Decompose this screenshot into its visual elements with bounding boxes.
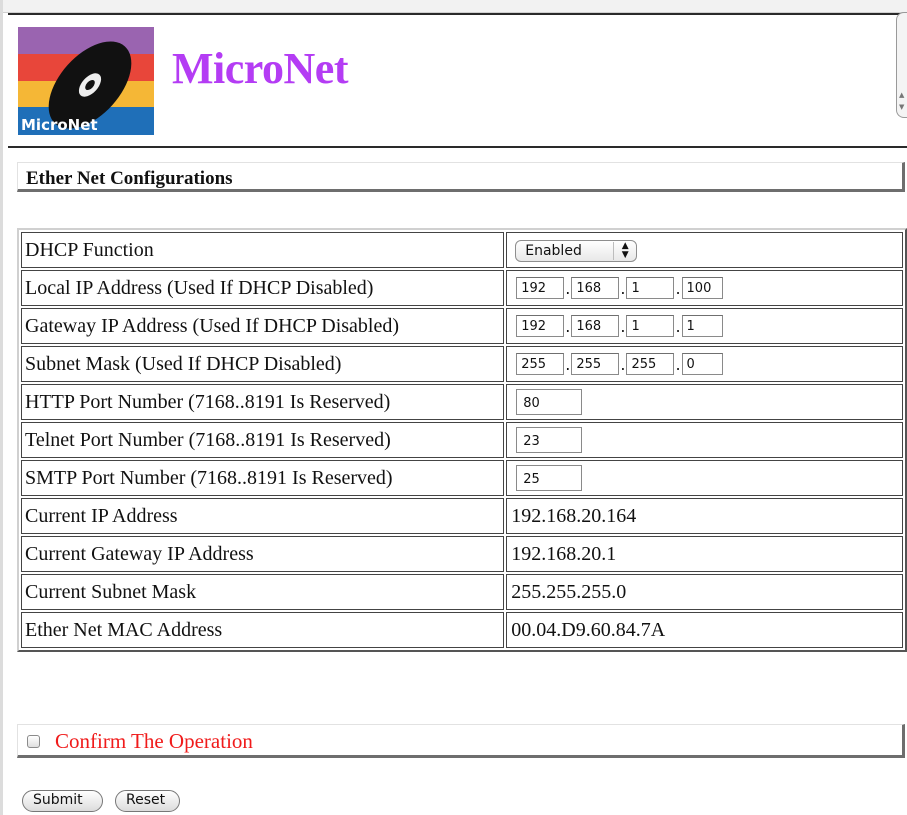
left-frame-border [0,0,3,815]
row-value: Enabled ▲ ▼ [506,232,903,268]
current-subnet-value: 255.255.255.0 [506,574,903,610]
dhcp-selected-value: Enabled [525,243,582,259]
table-row: Current Subnet Mask 255.255.255.0 [21,574,903,610]
confirm-label[interactable]: Confirm The Operation [55,729,253,754]
gateway-ip-octet-3[interactable]: 1 [626,315,675,337]
table-row: DHCP Function Enabled ▲ ▼ [21,232,903,268]
scroll-down-icon[interactable]: ▼ [899,103,904,111]
table-row: HTTP Port Number (7168..8191 Is Reserved… [21,384,903,420]
micronet-logo: MicroNet [18,27,154,135]
row-label: Ether Net MAC Address [21,612,505,648]
table-row: Current Gateway IP Address 192.168.20.1 [21,536,903,572]
row-value: 192. 168. 1. 1 [506,308,903,344]
row-label: HTTP Port Number (7168..8191 Is Reserved… [21,384,505,420]
row-label: Local IP Address (Used If DHCP Disabled) [21,270,505,306]
current-ip-value: 192.168.20.164 [506,498,903,534]
logo-text: MicroNet [21,116,98,134]
gateway-ip-octet-2[interactable]: 168 [571,315,620,337]
confirm-checkbox[interactable] [27,735,40,748]
table-row: Subnet Mask (Used If DHCP Disabled) 255.… [21,346,903,382]
reset-button[interactable]: Reset [115,790,180,812]
subnet-mask-octet-4[interactable]: 0 [681,353,723,375]
section-title: Ether Net Configurations [26,168,233,189]
gateway-ip-octet-1[interactable]: 192 [516,315,565,337]
table-row: Ether Net MAC Address 00.04.D9.60.84.7A [21,612,903,648]
row-label: DHCP Function [21,232,505,268]
ethernet-config-table: DHCP Function Enabled ▲ ▼ Local IP Addres… [17,228,907,652]
http-port-input[interactable]: 80 [516,389,583,415]
brand-title: MicroNet [172,44,348,93]
header-scrollbar[interactable]: ▲ ▼ [896,12,907,118]
local-ip-octet-4[interactable]: 100 [681,277,723,299]
table-row: Telnet Port Number (7168..8191 Is Reserv… [21,422,903,458]
gateway-ip-octet-4[interactable]: 1 [681,315,723,337]
telnet-port-input[interactable]: 23 [516,427,583,453]
select-arrows-icon: ▲ ▼ [613,242,636,260]
submit-button[interactable]: Submit [22,790,103,812]
header-frame: MicroNet MicroNet [8,13,907,148]
section-header: Ether Net Configurations [17,162,905,192]
row-label: Telnet Port Number (7168..8191 Is Reserv… [21,422,505,458]
local-ip-octet-3[interactable]: 1 [626,277,675,299]
table-row: Current IP Address 192.168.20.164 [21,498,903,534]
row-label: Current IP Address [21,498,505,534]
scroll-up-icon[interactable]: ▲ [899,91,904,99]
current-gateway-value: 192.168.20.1 [506,536,903,572]
row-label: Current Gateway IP Address [21,536,505,572]
row-label: SMTP Port Number (7168..8191 Is Reserved… [21,460,505,496]
mac-address-value: 00.04.D9.60.84.7A [506,612,903,648]
table-row: SMTP Port Number (7168..8191 Is Reserved… [21,460,903,496]
row-value: 255. 255. 255. 0 [506,346,903,382]
row-label: Current Subnet Mask [21,574,505,610]
row-label: Subnet Mask (Used If DHCP Disabled) [21,346,505,382]
row-value: 23 [506,422,903,458]
subnet-mask-octet-1[interactable]: 255 [516,353,565,375]
window-top-strip [0,0,907,13]
confirm-bar: Confirm The Operation [17,724,905,758]
row-value: 80 [506,384,903,420]
row-value: 25 [506,460,903,496]
table-row: Gateway IP Address (Used If DHCP Disable… [21,308,903,344]
smtp-port-input[interactable]: 25 [516,465,583,491]
row-label: Gateway IP Address (Used If DHCP Disable… [21,308,505,344]
table-row: Local IP Address (Used If DHCP Disabled)… [21,270,903,306]
subnet-mask-octet-2[interactable]: 255 [571,353,620,375]
local-ip-octet-1[interactable]: 192 [516,277,565,299]
row-value: 192. 168. 1. 100 [506,270,903,306]
subnet-mask-octet-3[interactable]: 255 [626,353,675,375]
dhcp-select[interactable]: Enabled ▲ ▼ [515,240,638,262]
local-ip-octet-2[interactable]: 168 [571,277,620,299]
